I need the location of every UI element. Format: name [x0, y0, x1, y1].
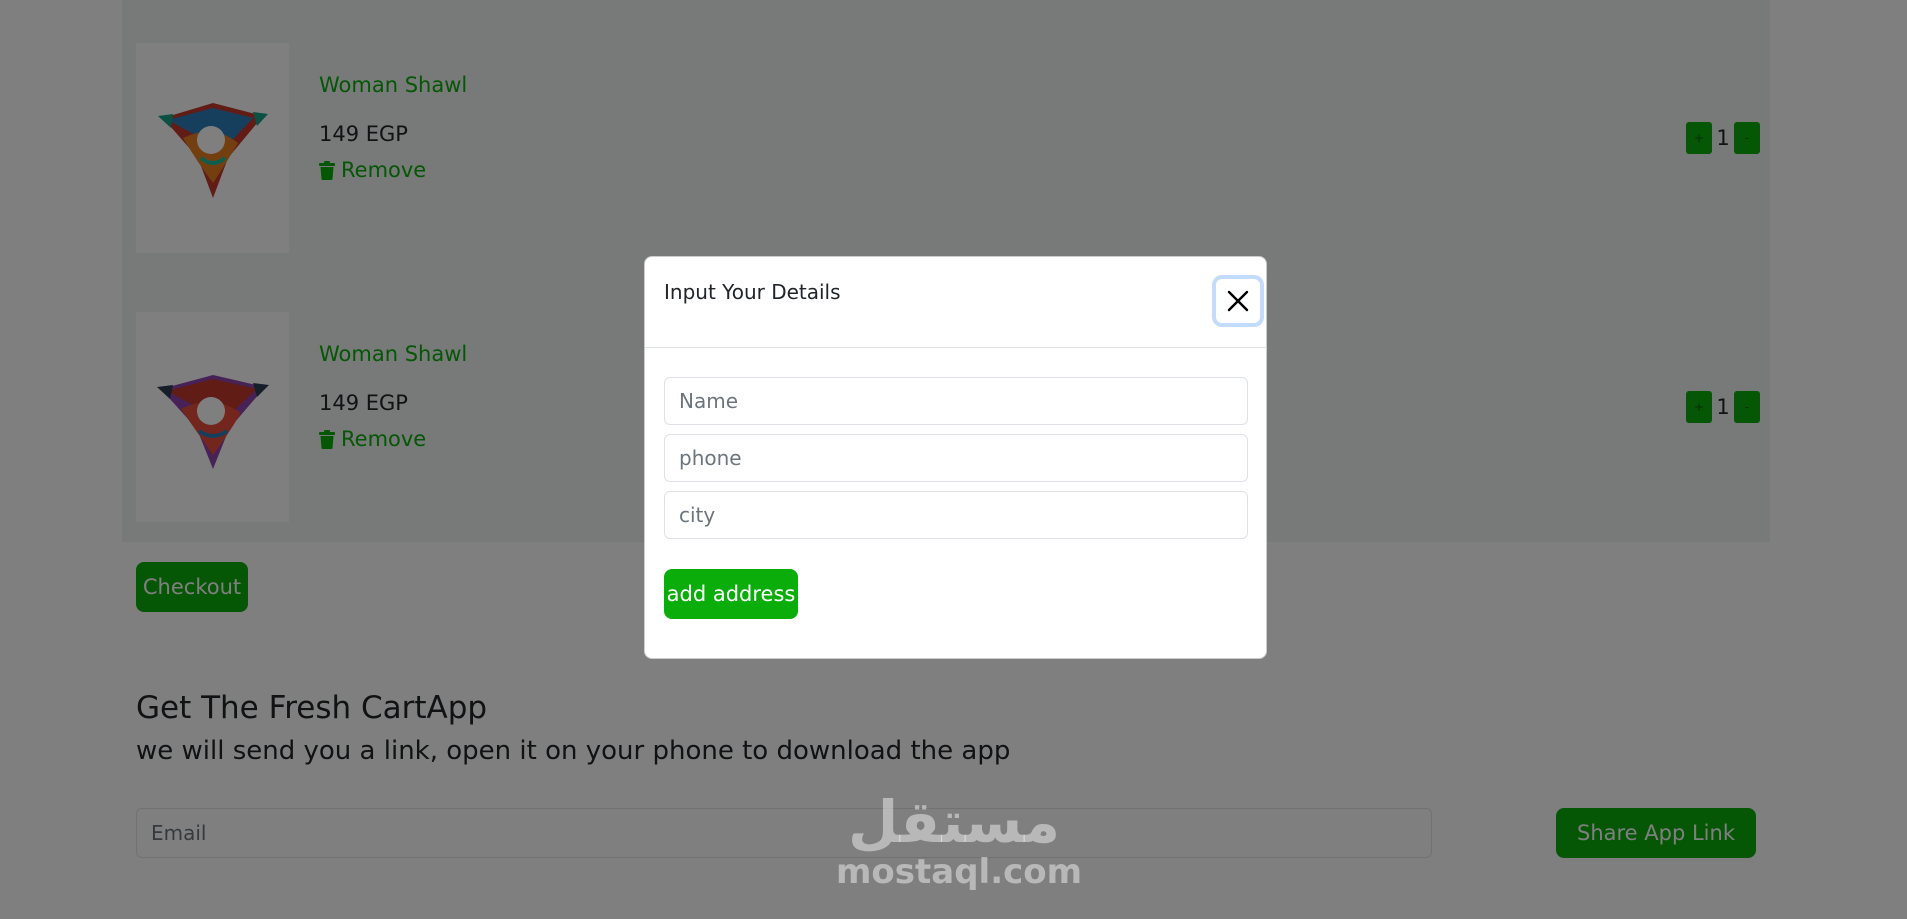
modal-header: Input Your Details	[645, 257, 1266, 348]
phone-field[interactable]	[664, 434, 1248, 482]
close-icon	[1227, 290, 1249, 312]
name-field[interactable]	[664, 377, 1248, 425]
watermark-latin: mostaql.com	[836, 852, 1083, 892]
watermark-logo: مستقل mostaql.com	[836, 788, 1083, 892]
close-button[interactable]	[1216, 279, 1260, 323]
city-field[interactable]	[664, 491, 1248, 539]
details-modal: Input Your Details add address	[644, 256, 1267, 659]
add-address-button[interactable]: add address	[664, 569, 798, 619]
modal-title: Input Your Details	[664, 280, 841, 304]
watermark-arabic: مستقل	[847, 788, 1061, 856]
